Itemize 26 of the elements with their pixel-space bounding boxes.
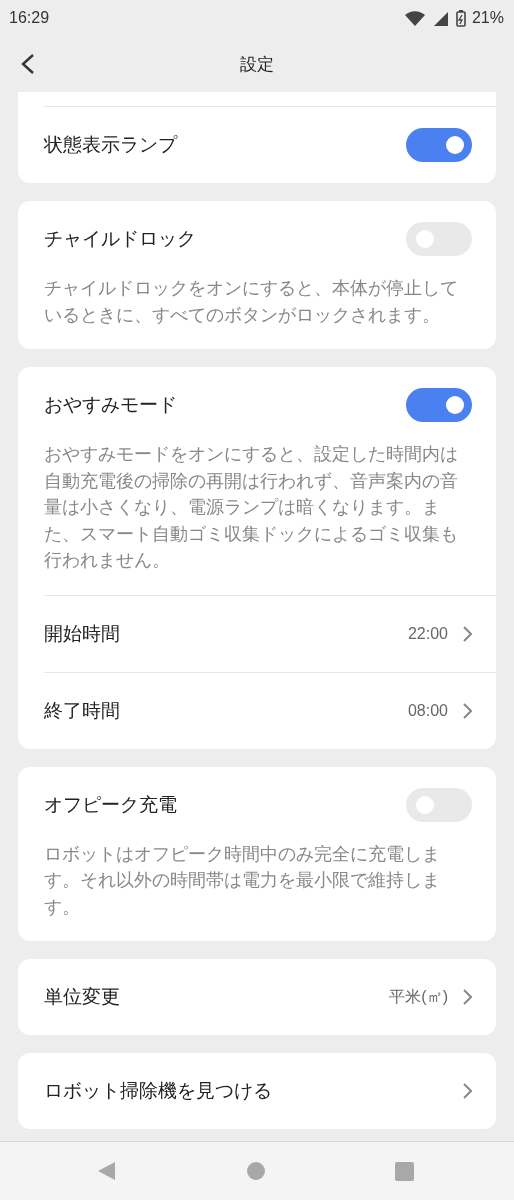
page-title: 設定 (240, 52, 274, 76)
chevron-icon (462, 1082, 472, 1100)
wifi-icon (403, 10, 426, 26)
toggle-switch[interactable] (406, 388, 472, 422)
setting-label: オフピーク充電 (44, 791, 177, 817)
setting-description: チャイルドロックをオンにすると、本体が停止しているときに、すべてのボタンがロックされます。 (44, 277, 459, 327)
battery-icon (455, 9, 466, 27)
setting-row[interactable]: 開始時間 22:00 (44, 594, 496, 672)
status-time: 16:29 (9, 9, 50, 27)
setting-description: おやすみモードをオンにすると、設定した時間内は自動充電後の掃除の再開は行われず、音声案内の音量は小さくなり、電源ランプは暗くなります。また、スマート自動ゴミ収集ドックによるゴミ収集も行われません。 (44, 443, 459, 572)
back-icon[interactable] (20, 53, 36, 75)
setting-row[interactable]: 単位変更 平米(㎡) (44, 959, 472, 1035)
setting-row[interactable]: 終了時間 08:00 (44, 671, 496, 749)
setting-label: チャイルドロック (44, 226, 196, 251)
setting-label: 状態表示ランプ (44, 132, 177, 157)
chevron-icon (462, 988, 472, 1006)
setting-label: おやすみモード (44, 392, 177, 417)
home-nav-icon[interactable] (247, 1162, 265, 1180)
chevron-icon (462, 701, 472, 720)
recents-nav-icon[interactable] (395, 1161, 414, 1181)
battery-percent: 21% (471, 9, 504, 27)
back-nav-icon[interactable] (97, 1161, 117, 1181)
setting-description: ロボットはオフピーク時間中のみ完全に充電します。それ以外の時間帯は電力を最小限で維持します。 (44, 842, 441, 919)
chevron-icon (462, 624, 472, 643)
setting-row[interactable]: ロボット掃除機を見つける (44, 1053, 472, 1129)
toggle-switch[interactable] (406, 128, 472, 162)
